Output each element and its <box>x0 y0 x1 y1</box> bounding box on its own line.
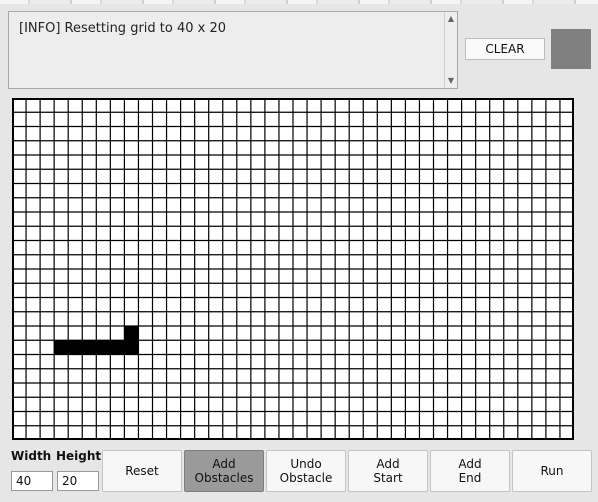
log-scrollbar[interactable]: ▲ ▼ <box>444 12 457 88</box>
run-button-label: Run <box>540 464 564 478</box>
add-end-button-label: Add End <box>458 457 482 485</box>
run-button[interactable]: Run <box>512 450 592 492</box>
add-obstacles-button-label: Add Obstacles <box>194 457 254 485</box>
reset-button-label: Reset <box>125 464 159 478</box>
grid-canvas[interactable] <box>12 98 574 440</box>
window-top-edge <box>0 0 598 4</box>
undo-obstacle-button-label: Undo Obstacle <box>279 457 333 485</box>
scroll-up-icon[interactable]: ▲ <box>445 13 457 25</box>
obstacle-cell[interactable] <box>124 340 139 355</box>
scroll-down-icon[interactable]: ▼ <box>445 75 457 87</box>
obstacle-cell[interactable] <box>110 340 125 355</box>
height-label: Height <box>56 449 102 463</box>
color-swatch <box>551 29 591 69</box>
obstacle-cell[interactable] <box>124 326 139 341</box>
height-input[interactable] <box>57 471 99 491</box>
obstacle-cell[interactable] <box>82 340 97 355</box>
obstacle-cell[interactable] <box>68 340 83 355</box>
log-panel[interactable]: [INFO] Resetting grid to 40 x 20 ▲ ▼ <box>8 11 458 89</box>
add-end-button[interactable]: Add End <box>430 450 510 492</box>
obstacle-cell[interactable] <box>54 340 69 355</box>
add-start-button-label: Add Start <box>373 457 403 485</box>
width-input[interactable] <box>11 471 53 491</box>
width-label: Width <box>11 449 52 463</box>
reset-button[interactable]: Reset <box>102 450 182 492</box>
add-obstacles-button[interactable]: Add Obstacles <box>184 450 264 492</box>
log-line: [INFO] Resetting grid to 40 x 20 <box>19 21 227 36</box>
undo-obstacle-button[interactable]: Undo Obstacle <box>266 450 346 492</box>
grid-svg[interactable] <box>12 98 574 440</box>
obstacle-cell[interactable] <box>96 340 111 355</box>
clear-button[interactable]: CLEAR <box>465 38 545 60</box>
add-start-button[interactable]: Add Start <box>348 450 428 492</box>
